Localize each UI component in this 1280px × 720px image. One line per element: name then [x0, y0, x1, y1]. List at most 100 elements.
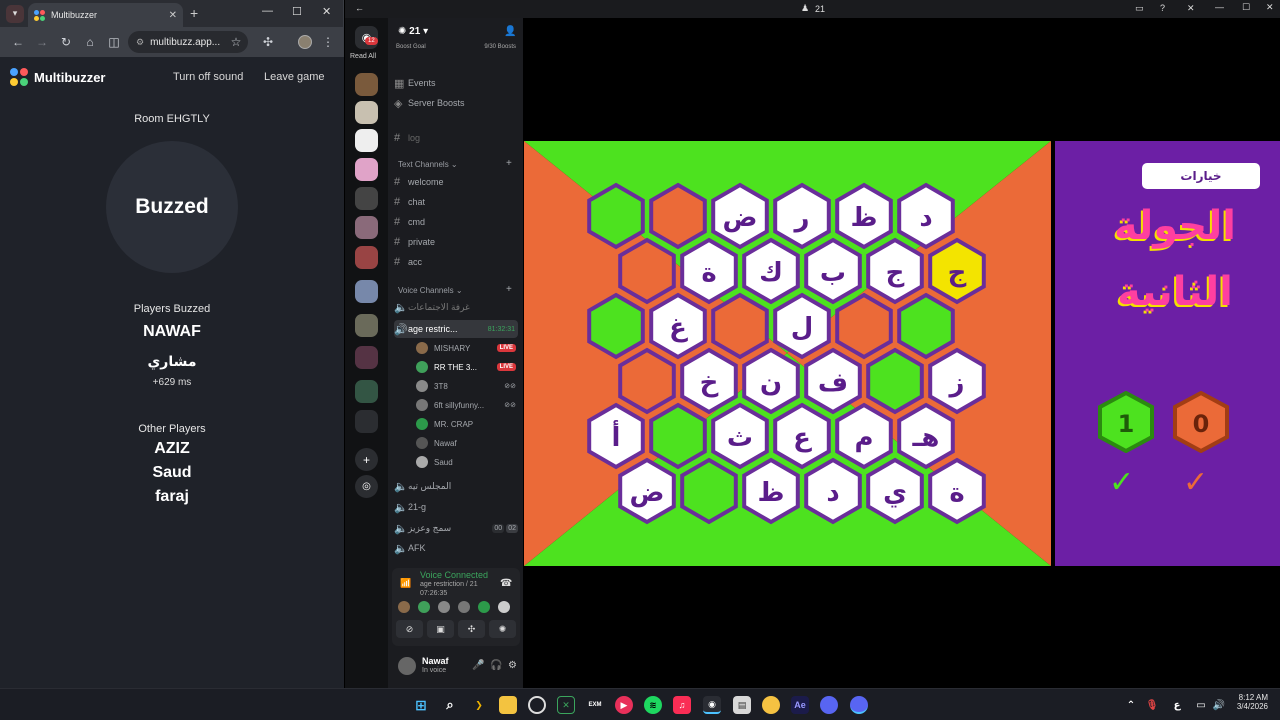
voice-channel-active[interactable]: 🔊 age restric... 81:32:31: [394, 320, 518, 338]
turn-off-sound-button[interactable]: Turn off sound: [173, 71, 243, 83]
bookmark-star-icon[interactable]: ☆: [224, 35, 248, 49]
text-channels-category[interactable]: Text Channels ⌄: [398, 160, 458, 169]
server-folder-icon[interactable]: [355, 314, 378, 337]
back-arrow-icon[interactable]: ←: [6, 35, 30, 49]
server-folder-icon[interactable]: [355, 380, 378, 403]
voice-user[interactable]: Saud: [416, 454, 516, 470]
tab-search-icon[interactable]: ▾: [6, 4, 24, 23]
search-icon[interactable]: ⌕: [441, 696, 459, 714]
soundboard-button[interactable]: ✺: [489, 620, 516, 638]
channel-chat[interactable]: # chat: [394, 194, 518, 210]
tab-close-icon[interactable]: ✕: [169, 10, 177, 21]
server-folder-icon[interactable]: [355, 346, 378, 369]
volume-icon[interactable]: 🔊: [1210, 696, 1228, 714]
screen-share-button[interactable]: ▣: [427, 620, 454, 638]
user-name[interactable]: Nawaf: [422, 656, 449, 666]
file-explorer-icon[interactable]: [499, 696, 517, 714]
server-folder-icon[interactable]: [355, 246, 378, 269]
user-avatar[interactable]: [398, 657, 416, 675]
voice-channels-category[interactable]: Voice Channels ⌄: [398, 286, 463, 295]
help-icon[interactable]: ?: [1160, 3, 1165, 13]
voice-user[interactable]: 6ft sillyfunny... ⊘⊘: [416, 397, 516, 413]
invite-people-icon[interactable]: 👤: [504, 26, 516, 37]
explore-icon[interactable]: ◎: [355, 475, 378, 498]
new-tab-button[interactable]: +: [190, 5, 198, 21]
profile-avatar[interactable]: [298, 35, 312, 49]
server-icon[interactable]: [355, 158, 378, 181]
voice-user[interactable]: RR THE 3... LIVE: [416, 359, 516, 375]
avatar[interactable]: [478, 601, 490, 613]
maximize-button[interactable]: ☐: [1242, 2, 1250, 13]
app-icon[interactable]: [762, 696, 780, 714]
channel-private[interactable]: # private: [394, 234, 518, 250]
headphones-icon[interactable]: 🎧: [490, 660, 502, 671]
maximize-button[interactable]: ☐: [292, 5, 302, 18]
server-header[interactable]: ✺ 21 ▾: [398, 26, 428, 37]
voice-channel[interactable]: 🔈 AFK: [394, 540, 518, 556]
voice-channel[interactable]: 🔈 21-g: [394, 499, 518, 515]
activities-button[interactable]: ✣: [458, 620, 485, 638]
language-indicator[interactable]: ع: [1168, 696, 1186, 714]
buzzer-button[interactable]: Buzzed: [106, 141, 238, 273]
channel-cmd[interactable]: # cmd: [394, 214, 518, 230]
reload-icon[interactable]: ↻: [54, 35, 78, 49]
channel-acc[interactable]: # acc: [394, 254, 518, 270]
voice-user[interactable]: 3T8 ⊘⊘: [416, 378, 516, 394]
server-icon[interactable]: [355, 73, 378, 96]
server-icon[interactable]: [355, 101, 378, 124]
apple-music-icon[interactable]: ♫: [673, 696, 691, 714]
minimize-button[interactable]: —: [1215, 2, 1224, 12]
voice-location[interactable]: age restriction / 21: [420, 581, 478, 588]
voice-user[interactable]: MISHARY LIVE: [416, 340, 516, 356]
server-boosts-item[interactable]: ◈ Server Boosts: [394, 95, 518, 111]
voice-channel[interactable]: 🔈 سمج وعزيز 00 02: [394, 520, 518, 536]
voice-user[interactable]: Nawaf: [416, 435, 516, 451]
steam-icon[interactable]: [528, 696, 546, 714]
browser-tab-multibuzzer[interactable]: Multibuzzer ✕: [28, 3, 183, 27]
clock[interactable]: 8:12 AM 3/4/2026: [1234, 693, 1268, 711]
avatar[interactable]: [398, 601, 410, 613]
media-player-icon[interactable]: ▶: [615, 696, 633, 714]
add-channel-icon[interactable]: +: [506, 284, 512, 295]
close-window-button[interactable]: ✕: [322, 5, 331, 18]
chrome-icon[interactable]: ◉: [703, 696, 721, 714]
read-all-button[interactable]: Read All: [350, 53, 376, 60]
home-icon[interactable]: ⌂: [78, 35, 102, 49]
microphone-in-use-icon[interactable]: 🎙: [1143, 696, 1161, 714]
xbox-icon[interactable]: ✕: [557, 696, 575, 714]
avatar[interactable]: [438, 601, 450, 613]
add-channel-icon[interactable]: +: [506, 158, 512, 169]
server-icon[interactable]: [355, 129, 378, 152]
add-server-icon[interactable]: +: [355, 448, 378, 471]
widgets-icon[interactable]: ❯: [470, 696, 488, 714]
show-hidden-icons[interactable]: ⌃: [1122, 696, 1140, 714]
discord-icon[interactable]: [850, 696, 868, 714]
voice-channel[interactable]: 🔈 المجلس تيه: [394, 478, 518, 494]
exm-app-icon[interactable]: EXM: [586, 696, 604, 714]
site-info-icon[interactable]: ⚙: [136, 37, 144, 48]
settings-gear-icon[interactable]: ⚙: [508, 660, 517, 671]
network-icon[interactable]: ▭: [1192, 696, 1210, 714]
channel-welcome[interactable]: # welcome: [394, 174, 518, 190]
browser-menu-icon[interactable]: ⋮: [316, 35, 340, 49]
avatar[interactable]: [418, 601, 430, 613]
camera-off-button[interactable]: ⊘: [396, 620, 423, 638]
options-button[interactable]: خيارات: [1142, 163, 1260, 189]
server-folder-icon[interactable]: [355, 280, 378, 303]
minimize-button[interactable]: —: [262, 5, 273, 17]
channel-log[interactable]: # log: [394, 130, 518, 146]
inbox-icon[interactable]: ▭: [1135, 3, 1144, 14]
spotify-icon[interactable]: ≋: [644, 696, 662, 714]
server-icon[interactable]: [355, 410, 378, 433]
avatar[interactable]: [498, 601, 510, 613]
voice-channel-meeting[interactable]: 🔈 غرفة الاجتماعات: [394, 299, 518, 315]
discord-icon[interactable]: [820, 696, 838, 714]
disconnect-icon[interactable]: ☎: [500, 578, 512, 589]
discord-back-arrow-icon[interactable]: ←: [355, 3, 364, 13]
server-icon[interactable]: [355, 187, 378, 210]
windows-start-icon[interactable]: ⊞: [412, 696, 430, 714]
server-icon[interactable]: [355, 216, 378, 239]
extensions-icon[interactable]: ✣: [256, 35, 280, 49]
tools-icon[interactable]: ✕: [1187, 3, 1195, 14]
leave-game-button[interactable]: Leave game: [264, 71, 325, 83]
